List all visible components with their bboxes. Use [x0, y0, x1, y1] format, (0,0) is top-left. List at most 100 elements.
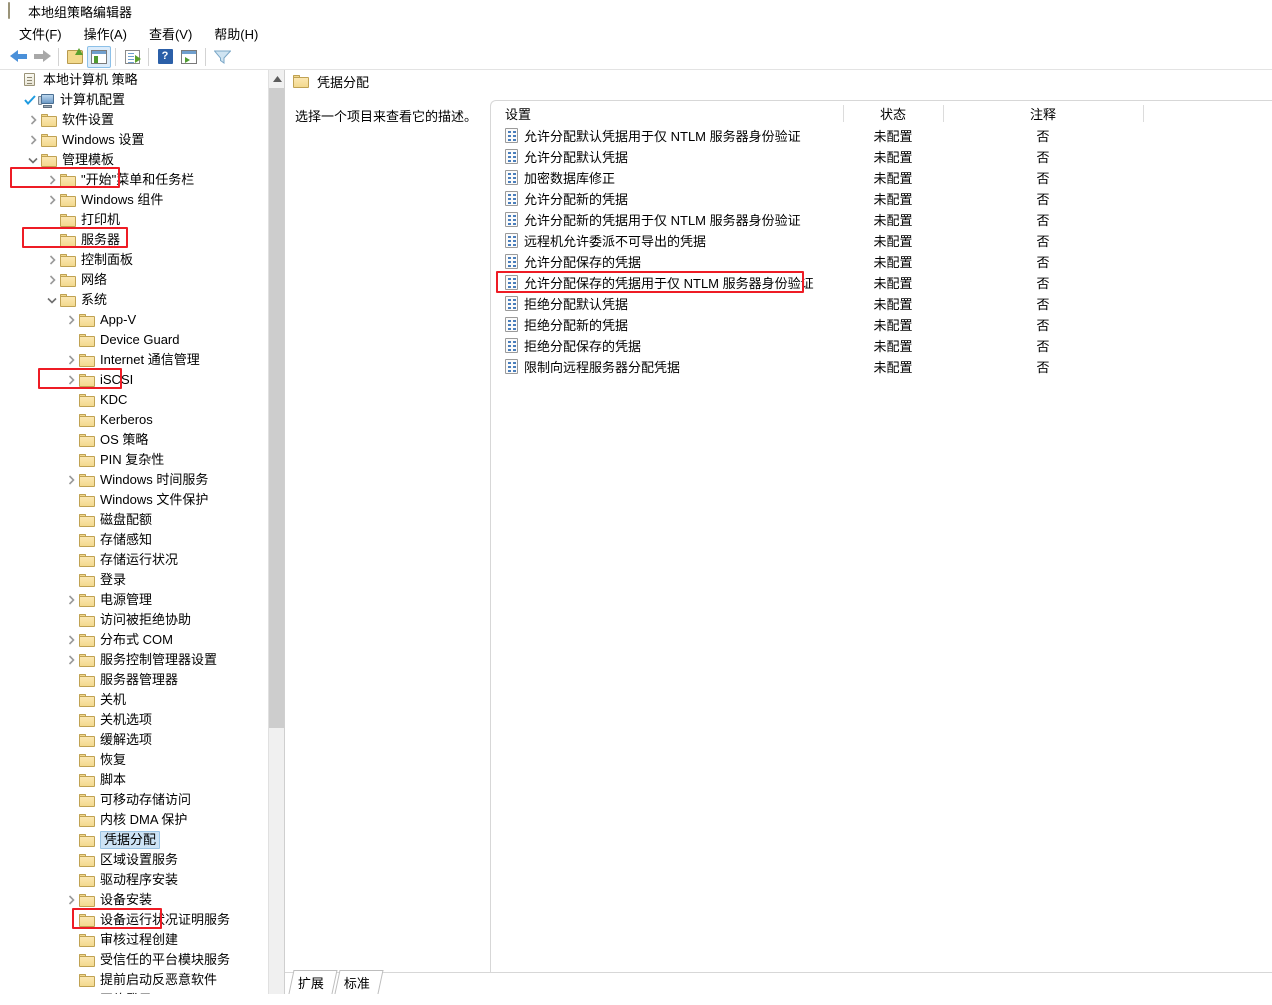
tree-item-7[interactable]: 服务器	[0, 230, 268, 250]
tree-item-13[interactable]: Internet 通信管理	[0, 350, 268, 370]
tree-item-39[interactable]: 驱动程序安装	[0, 870, 268, 890]
column-divider[interactable]	[943, 105, 944, 122]
column-header-comment[interactable]: 注释	[943, 104, 1143, 123]
tree-item-20[interactable]: Windows 文件保护	[0, 490, 268, 510]
tree-item-33[interactable]: 恢复	[0, 750, 268, 770]
tree-item-28[interactable]: 服务控制管理器设置	[0, 650, 268, 670]
tree-item-42[interactable]: 审核过程创建	[0, 930, 268, 950]
policy-setting-cell[interactable]: 拒绝分配默认凭据	[491, 294, 843, 313]
policy-row[interactable]: 允许分配默认凭据用于仅 NTLM 服务器身份验证 未配置 否	[491, 125, 1272, 146]
column-divider[interactable]	[843, 105, 844, 122]
tab-standard[interactable]: 标准	[334, 970, 384, 994]
chevron-right-icon[interactable]	[25, 132, 41, 148]
policy-row[interactable]: 拒绝分配保存的凭据 未配置 否	[491, 335, 1272, 356]
tree-item-25[interactable]: 电源管理	[0, 590, 268, 610]
help-button[interactable]: ?	[153, 46, 177, 68]
chevron-right-icon[interactable]	[25, 112, 41, 128]
tab-extended[interactable]: 扩展	[288, 970, 338, 994]
export-list-button[interactable]	[120, 46, 144, 68]
chevron-right-icon[interactable]	[63, 992, 79, 994]
policy-setting-cell[interactable]: 允许分配默认凭据	[491, 147, 843, 166]
column-header-setting[interactable]: 设置	[491, 104, 843, 123]
tree-item-27[interactable]: 分布式 COM	[0, 630, 268, 650]
policy-row[interactable]: 限制向远程服务器分配凭据 未配置 否	[491, 356, 1272, 377]
tree-item-38[interactable]: 区域设置服务	[0, 850, 268, 870]
tree-item-17[interactable]: OS 策略	[0, 430, 268, 450]
policy-row[interactable]: 允许分配新的凭据用于仅 NTLM 服务器身份验证 未配置 否	[491, 209, 1272, 230]
tree-item-36[interactable]: 内核 DMA 保护	[0, 810, 268, 830]
menu-help[interactable]: 帮助(H)	[203, 22, 269, 45]
tree-item-21[interactable]: 磁盘配额	[0, 510, 268, 530]
tree-scrollbar-thumb[interactable]	[269, 88, 284, 728]
chevron-right-icon[interactable]	[63, 632, 79, 648]
policy-row[interactable]: 允许分配保存的凭据用于仅 NTLM 服务器身份验证 未配置 否	[491, 271, 1272, 293]
tree-item-22[interactable]: 存储感知	[0, 530, 268, 550]
tree-scroll-region[interactable]: 本地计算机 策略 计算机配置 软件设置 Windows 设置 管理模板 "开始"菜单和任务…	[0, 70, 268, 994]
tree-item-5[interactable]: Windows 组件	[0, 190, 268, 210]
chevron-right-icon[interactable]	[63, 592, 79, 608]
tree-item-41[interactable]: 设备运行状况证明服务	[0, 910, 268, 930]
tree-item-14[interactable]: iSCSI	[0, 370, 268, 390]
tree-item-35[interactable]: 可移动存储访问	[0, 790, 268, 810]
tree-item-31[interactable]: 关机选项	[0, 710, 268, 730]
tree-item-19[interactable]: Windows 时间服务	[0, 470, 268, 490]
up-one-level-button[interactable]	[63, 46, 87, 68]
tree-item-26[interactable]: 访问被拒绝协助	[0, 610, 268, 630]
tree-item-8[interactable]: 控制面板	[0, 250, 268, 270]
policy-row[interactable]: 拒绝分配新的凭据 未配置 否	[491, 314, 1272, 335]
chevron-right-icon[interactable]	[44, 272, 60, 288]
tree-item-3[interactable]: 管理模板	[0, 150, 268, 170]
policy-setting-cell[interactable]: 加密数据库修正	[491, 168, 843, 187]
filter-button[interactable]	[210, 46, 234, 68]
tree-item-root[interactable]: 本地计算机 策略	[0, 70, 268, 90]
policy-setting-cell[interactable]: 允许分配保存的凭据	[491, 252, 843, 271]
chevron-down-icon[interactable]	[25, 152, 41, 168]
scroll-up-button[interactable]	[269, 70, 284, 87]
tree-item-45[interactable]: 网络登录	[0, 990, 268, 994]
chevron-right-icon[interactable]	[63, 472, 79, 488]
tree-item-43[interactable]: 受信任的平台模块服务	[0, 950, 268, 970]
chevron-right-icon[interactable]	[44, 172, 60, 188]
menu-view[interactable]: 查看(V)	[138, 22, 203, 45]
policy-row[interactable]: 允许分配默认凭据 未配置 否	[491, 146, 1272, 167]
tree-item-44[interactable]: 提前启动反恶意软件	[0, 970, 268, 990]
chevron-right-icon[interactable]	[63, 892, 79, 908]
chevron-down-icon[interactable]	[44, 292, 60, 308]
tree-item-1[interactable]: 软件设置	[0, 110, 268, 130]
tree-item-4[interactable]: "开始"菜单和任务栏	[0, 170, 268, 190]
tree-item-29[interactable]: 服务器管理器	[0, 670, 268, 690]
tree-item-37[interactable]: 凭据分配	[0, 830, 268, 850]
properties-button[interactable]	[177, 46, 201, 68]
menu-file[interactable]: 文件(F)	[8, 22, 73, 45]
tree-vertical-scrollbar[interactable]	[268, 70, 284, 994]
chevron-right-icon[interactable]	[44, 252, 60, 268]
tree-item-16[interactable]: Kerberos	[0, 410, 268, 430]
tree-item-23[interactable]: 存储运行状况	[0, 550, 268, 570]
policy-setting-cell[interactable]: 允许分配保存的凭据用于仅 NTLM 服务器身份验证	[491, 273, 843, 292]
policy-row[interactable]: 远程机允许委派不可导出的凭据 未配置 否	[491, 230, 1272, 251]
tree-item-34[interactable]: 脚本	[0, 770, 268, 790]
tree-item-9[interactable]: 网络	[0, 270, 268, 290]
policy-setting-cell[interactable]: 拒绝分配保存的凭据	[491, 336, 843, 355]
tree-item-40[interactable]: 设备安装	[0, 890, 268, 910]
tree-item-0[interactable]: 计算机配置	[0, 90, 268, 110]
menu-action[interactable]: 操作(A)	[73, 22, 138, 45]
tree-item-24[interactable]: 登录	[0, 570, 268, 590]
back-button[interactable]	[6, 46, 30, 68]
column-divider[interactable]	[1143, 105, 1144, 122]
column-header-status[interactable]: 状态	[843, 104, 943, 123]
chevron-right-icon[interactable]	[63, 312, 79, 328]
tree-item-15[interactable]: KDC	[0, 390, 268, 410]
policy-row[interactable]: 允许分配保存的凭据 未配置 否	[491, 251, 1272, 272]
tree-item-2[interactable]: Windows 设置	[0, 130, 268, 150]
show-hide-tree-button[interactable]	[87, 45, 111, 68]
tree-item-18[interactable]: PIN 复杂性	[0, 450, 268, 470]
chevron-right-icon[interactable]	[44, 192, 60, 208]
policy-row[interactable]: 拒绝分配默认凭据 未配置 否	[491, 293, 1272, 314]
tree-item-11[interactable]: App-V	[0, 310, 268, 330]
policy-setting-cell[interactable]: 拒绝分配新的凭据	[491, 315, 843, 334]
policy-setting-cell[interactable]: 允许分配新的凭据用于仅 NTLM 服务器身份验证	[491, 210, 843, 229]
policy-row[interactable]: 加密数据库修正 未配置 否	[491, 167, 1272, 188]
tree-item-12[interactable]: Device Guard	[0, 330, 268, 350]
tree-item-30[interactable]: 关机	[0, 690, 268, 710]
